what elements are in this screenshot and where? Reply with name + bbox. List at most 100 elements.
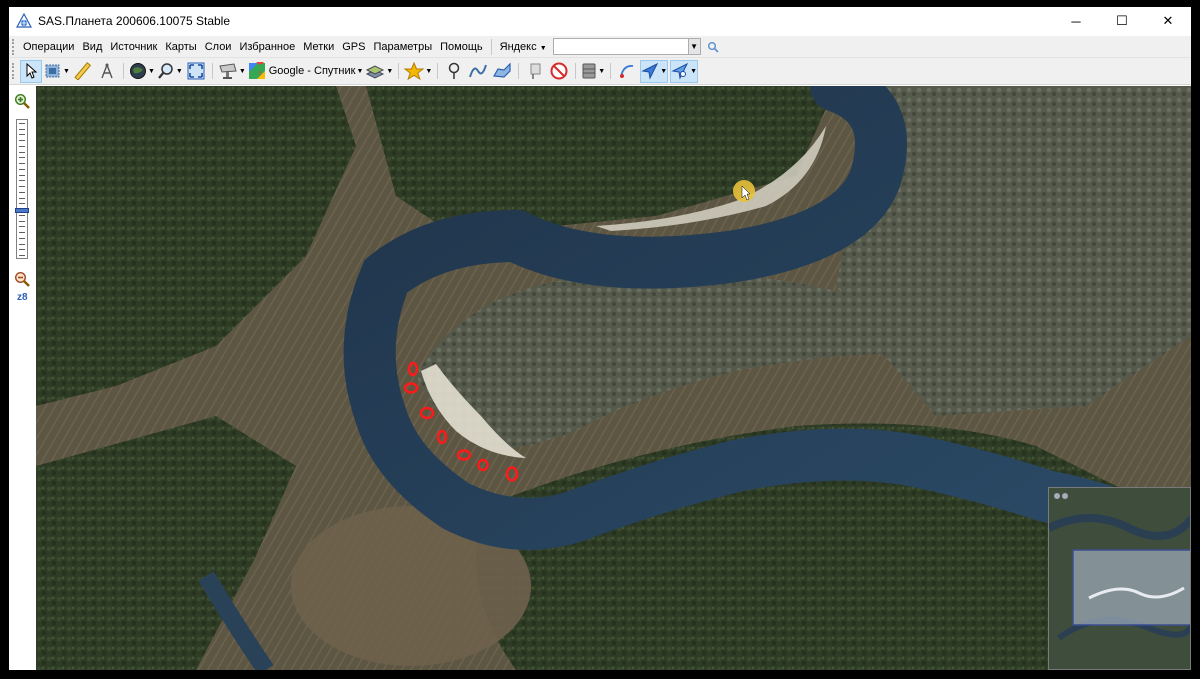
zoom-slider[interactable] (15, 119, 29, 259)
zoom-slider-tick (19, 237, 25, 239)
zoom-slider-tick (19, 249, 25, 251)
zoom-slider-tick (19, 123, 25, 124)
title-bar[interactable]: SAS.Планета 200606.10075 Stable ─ ☐ ✕ (9, 7, 1191, 35)
ruler-icon (74, 62, 91, 80)
marks-show-icon (530, 63, 541, 79)
menu-favorites[interactable]: Избранное (235, 41, 299, 53)
cache-button[interactable]: ▼ (581, 60, 605, 83)
path-line-icon (469, 64, 488, 78)
menu-maps[interactable]: Карты (161, 41, 200, 53)
zoom-slider-thumb[interactable] (15, 208, 29, 214)
marks-hide-button[interactable] (548, 60, 570, 83)
satellite-imagery (36, 86, 1191, 670)
screen-frame: SAS.Планета 200606.10075 Stable ─ ☐ ✕ Оп… (0, 0, 1200, 679)
menu-view[interactable]: Вид (78, 41, 106, 53)
add-placemark-button[interactable] (443, 60, 465, 83)
search-history-dropdown[interactable]: ▼ (687, 39, 700, 54)
fullscreen-button[interactable] (185, 60, 207, 83)
placemark-pin-icon (449, 62, 460, 79)
app-window: SAS.Планета 200606.10075 Stable ─ ☐ ✕ Оп… (9, 7, 1191, 670)
search-input[interactable]: ▼ (552, 38, 701, 55)
star-icon (404, 62, 425, 80)
zoom-slider-tick (19, 174, 25, 176)
select-tool-button[interactable] (20, 59, 42, 83)
zoom-out-icon (14, 271, 30, 287)
menu-source[interactable]: Источник (106, 41, 161, 53)
gps-settings-icon (671, 62, 689, 80)
add-polygon-button[interactable] (491, 60, 513, 83)
zoom-in-icon (14, 93, 30, 109)
zoom-slider-tick (19, 180, 25, 182)
minimap-menu-icon[interactable] (1062, 493, 1068, 499)
menu-bar: Операции Вид Источник Карты Слои Избранн… (9, 36, 1191, 58)
gps-settings-button[interactable]: ▼ (670, 59, 699, 83)
menu-separator (490, 38, 492, 55)
zoom-slider-tick (19, 157, 25, 159)
map-source-label: Google - Спутник (268, 65, 356, 77)
gps-connect-icon (641, 62, 659, 80)
menu-gps[interactable]: GPS (338, 41, 369, 53)
zoom-level-label: z8 (17, 292, 28, 303)
menu-grip (12, 38, 16, 55)
zoom-slider-tick (19, 214, 25, 216)
minimap-collapse-icon[interactable] (1054, 493, 1060, 499)
menu-help[interactable]: Помощь (436, 41, 487, 53)
zoom-out-button[interactable] (13, 270, 31, 288)
zoom-slider-tick (19, 203, 25, 205)
zoom-slider-tick (19, 145, 25, 147)
zoom-in-button[interactable] (13, 92, 31, 110)
globe-icon (129, 63, 146, 79)
minimap[interactable] (1048, 487, 1191, 670)
satellite-source-button[interactable]: ▼ (218, 60, 246, 83)
zoom-slider-tick (19, 128, 25, 130)
globe-button[interactable]: ▼ (129, 60, 155, 83)
polygon-icon (493, 62, 511, 78)
menu-layers[interactable]: Слои (201, 41, 236, 53)
gps-connect-button[interactable]: ▼ (640, 59, 669, 83)
map-source-dropdown[interactable]: Google - Спутник ▼ (248, 60, 363, 83)
toolbar-grip (12, 63, 16, 79)
search-provider-dropdown[interactable]: Яндекс ▼ (496, 41, 551, 53)
main-toolbar: ▼ ▼ ▼ ▼ Google - Спутник ▼ ▼ ▼ ▼ ▼ ▼ (9, 58, 1191, 85)
google-maps-icon (248, 62, 265, 79)
close-button[interactable]: ✕ (1145, 7, 1191, 35)
marks-hide-icon (550, 62, 568, 80)
zoom-slider-tick (19, 163, 25, 165)
minimap-viewport[interactable] (1072, 549, 1191, 626)
layers-button[interactable]: ▼ (365, 60, 393, 83)
layers-icon (366, 65, 385, 79)
ruler-tool-button[interactable] (72, 60, 94, 83)
cursor-arrow-icon (26, 63, 38, 79)
selection-tool-button[interactable]: ▼ (44, 60, 70, 83)
search-tool-button[interactable]: ▼ (157, 60, 183, 83)
minimize-button[interactable]: ─ (1053, 7, 1099, 35)
zoom-slider-tick (19, 197, 25, 199)
cache-db-icon (582, 63, 596, 79)
gps-track-icon (620, 65, 634, 78)
zoom-slider-tick (19, 232, 25, 234)
gps-track-button[interactable] (616, 60, 638, 83)
zoom-slider-tick (19, 226, 25, 228)
maximize-button[interactable]: ☐ (1099, 7, 1145, 35)
satellite-dish-icon (219, 63, 237, 79)
favorites-button[interactable]: ▼ (404, 60, 432, 83)
search-go-icon[interactable] (707, 41, 719, 53)
menu-settings[interactable]: Параметры (369, 41, 436, 53)
zoom-slider-tick (19, 134, 25, 136)
menu-marks[interactable]: Метки (299, 41, 338, 53)
add-path-button[interactable] (467, 60, 489, 83)
zoom-slider-tick (19, 255, 25, 256)
compass-icon (101, 63, 113, 79)
zoom-slider-tick (19, 243, 25, 245)
menu-operations[interactable]: Операции (19, 41, 78, 53)
minimap-imagery (1049, 488, 1191, 669)
zoom-slider-tick (19, 220, 25, 222)
zoom-panel: z8 (9, 86, 36, 670)
map-view[interactable] (36, 86, 1191, 670)
fullscreen-icon (187, 62, 205, 80)
zoom-slider-tick (19, 140, 25, 142)
zoom-slider-tick (19, 168, 25, 170)
compass-tool-button[interactable] (96, 60, 118, 83)
marks-show-button[interactable] (524, 60, 546, 83)
app-icon (16, 13, 32, 28)
